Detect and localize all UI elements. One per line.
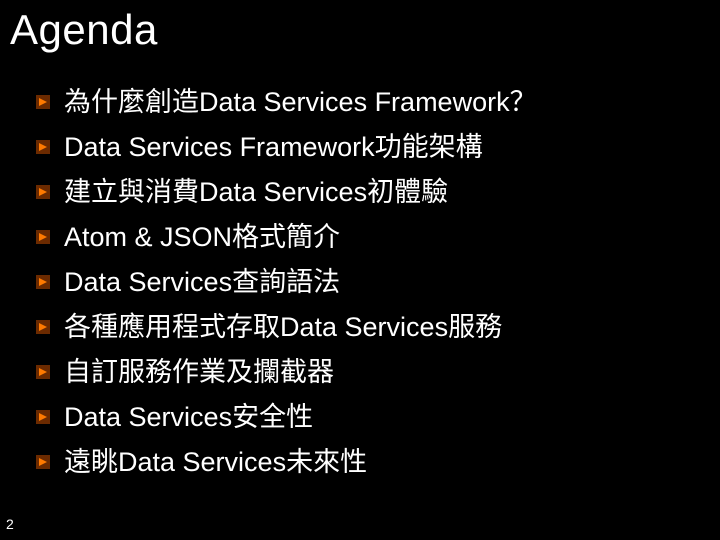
list-item: Data Services安全性	[36, 399, 700, 435]
list-item: 為什麼創造Data Services Framework？	[36, 84, 700, 120]
list-item: Atom & JSON格式簡介	[36, 219, 700, 255]
agenda-list: 為什麼創造Data Services Framework？ Data Servi…	[36, 84, 700, 488]
bullet-icon	[36, 95, 50, 109]
list-item: Data Services查詢語法	[36, 264, 700, 300]
bullet-icon	[36, 140, 50, 154]
list-item-text: 建立與消費Data Services初體驗	[64, 174, 448, 210]
bullet-icon	[36, 275, 50, 289]
bullet-icon	[36, 455, 50, 469]
page-title: Agenda	[10, 6, 158, 54]
bullet-icon	[36, 365, 50, 379]
page-number: 2	[6, 516, 14, 532]
list-item: Data Services Framework功能架構	[36, 129, 700, 165]
list-item-text: 為什麼創造Data Services Framework？	[64, 84, 537, 120]
bullet-icon	[36, 185, 50, 199]
list-item-text: 遠眺Data Services未來性	[64, 444, 367, 480]
list-item-text: 自訂服務作業及攔截器	[64, 354, 334, 390]
list-item: 遠眺Data Services未來性	[36, 444, 700, 480]
slide: Agenda 為什麼創造Data Services Framework？ Dat…	[0, 0, 720, 540]
list-item-text: Atom & JSON格式簡介	[64, 219, 340, 255]
list-item: 各種應用程式存取Data Services服務	[36, 309, 700, 345]
list-item-text: 各種應用程式存取Data Services服務	[64, 309, 502, 345]
bullet-icon	[36, 410, 50, 424]
bullet-icon	[36, 230, 50, 244]
list-item: 自訂服務作業及攔截器	[36, 354, 700, 390]
list-item-text: Data Services安全性	[64, 399, 313, 435]
list-item: 建立與消費Data Services初體驗	[36, 174, 700, 210]
list-item-text: Data Services Framework功能架構	[64, 129, 483, 165]
list-item-text: Data Services查詢語法	[64, 264, 340, 300]
bullet-icon	[36, 320, 50, 334]
